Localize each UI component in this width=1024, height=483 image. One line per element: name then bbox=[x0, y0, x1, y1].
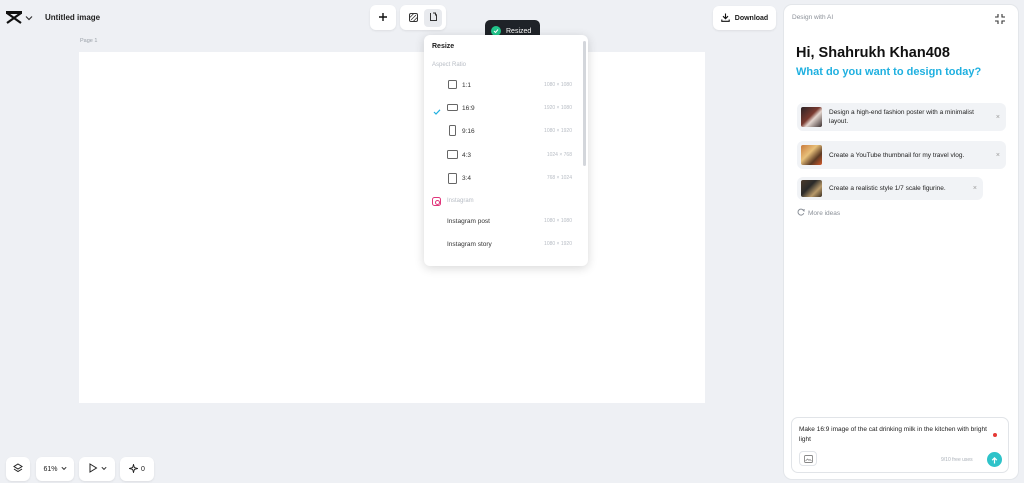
toast-text: Resized bbox=[506, 27, 532, 35]
portrait-rect-icon bbox=[449, 125, 456, 136]
send-button[interactable] bbox=[987, 452, 1002, 467]
layers-button[interactable] bbox=[6, 457, 30, 481]
panel-label: Design with AI bbox=[792, 14, 834, 21]
background-tool-button[interactable] bbox=[404, 9, 422, 27]
instagram-option-dimensions: 1080 × 1080 bbox=[544, 218, 572, 224]
aspect-label: 1:1 bbox=[462, 81, 472, 89]
more-ideas-label: More ideas bbox=[808, 209, 841, 217]
free-uses-counter: 9/10 free uses bbox=[941, 457, 973, 463]
aspect-dimensions: 1024 × 768 bbox=[546, 152, 572, 158]
portrait-rect-icon bbox=[448, 172, 457, 184]
logo-menu-button[interactable] bbox=[6, 8, 40, 28]
instagram-option-label: Instagram story bbox=[447, 240, 492, 248]
status-dot bbox=[993, 433, 997, 437]
sparkle-icon bbox=[127, 462, 140, 475]
collapse-icon bbox=[994, 12, 1006, 29]
instagram-post-option[interactable]: Instagram post 1080 × 1080 bbox=[424, 212, 582, 230]
resize-title: Resize bbox=[432, 43, 455, 50]
document-title[interactable]: Untitled image bbox=[45, 13, 100, 22]
landscape-rect-icon bbox=[447, 150, 458, 159]
plus-icon bbox=[378, 9, 388, 27]
greeting-heading: Hi, Shahrukh Khan408 bbox=[796, 45, 950, 61]
greeting-subtitle: What do you want to design today? bbox=[796, 66, 982, 78]
resize-dropdown: Resize Aspect Ratio 1:1 1080 × 1080 16:9… bbox=[424, 35, 588, 266]
close-icon[interactable]: × bbox=[973, 185, 977, 192]
aspect-label: 3:4 bbox=[462, 174, 472, 182]
resize-icon bbox=[429, 9, 438, 27]
instagram-story-option[interactable]: Instagram story 1080 × 1920 bbox=[424, 235, 582, 253]
aspect-option-9-16[interactable]: 9:16 1080 × 1920 bbox=[424, 122, 582, 140]
zoom-dropdown[interactable]: 61% bbox=[36, 457, 74, 481]
suggestion-text: Design a high-end fashion poster with a … bbox=[829, 109, 974, 125]
suggestion-thumbnail bbox=[801, 107, 822, 127]
collapse-panel-button[interactable] bbox=[994, 12, 1006, 24]
suggestion-thumbnail bbox=[801, 145, 822, 165]
zoom-value: 61% bbox=[43, 465, 58, 473]
ai-credits-button[interactable]: 0 bbox=[120, 457, 154, 481]
aspect-label: 9:16 bbox=[462, 127, 475, 135]
aspect-dimensions: 768 × 1024 bbox=[546, 175, 572, 181]
image-icon bbox=[803, 450, 813, 468]
prompt-input[interactable]: Make 16:9 image of the cat drinking milk… bbox=[799, 425, 995, 445]
download-label: Download bbox=[734, 14, 769, 22]
check-icon bbox=[433, 103, 441, 121]
present-button[interactable] bbox=[79, 457, 115, 481]
chevron-down-icon bbox=[60, 466, 67, 473]
more-ideas-link[interactable]: More ideas bbox=[797, 208, 840, 218]
instagram-heading: Instagram bbox=[447, 198, 474, 204]
aspect-label: 4:3 bbox=[462, 151, 472, 159]
aspect-dimensions: 1080 × 1080 bbox=[544, 82, 572, 88]
chevron-down-icon bbox=[100, 466, 107, 473]
dropdown-scrollbar[interactable] bbox=[583, 41, 586, 166]
pattern-icon bbox=[408, 9, 418, 27]
page-label: Page 1 bbox=[80, 38, 98, 44]
aspect-dimensions: 1080 × 1920 bbox=[544, 128, 572, 134]
add-button[interactable] bbox=[370, 5, 396, 30]
arrow-up-icon bbox=[991, 451, 998, 469]
aspect-label: 16:9 bbox=[462, 104, 475, 112]
resize-tool-button[interactable] bbox=[424, 8, 442, 27]
aspect-option-1-1[interactable]: 1:1 1080 × 1080 bbox=[424, 76, 582, 94]
suggestion-fashion-poster[interactable]: Design a high-end fashion poster with a … bbox=[797, 103, 1006, 131]
aspect-ratio-heading: Aspect Ratio bbox=[432, 62, 467, 68]
square-icon bbox=[448, 80, 457, 89]
landscape-rect-icon bbox=[447, 104, 458, 111]
suggestion-youtube-thumbnail[interactable]: Create a YouTube thumbnail for my travel… bbox=[797, 141, 1006, 169]
attach-image-button[interactable] bbox=[799, 451, 817, 466]
design-canvas[interactable] bbox=[79, 52, 705, 403]
instagram-option-label: Instagram post bbox=[447, 217, 490, 225]
play-icon bbox=[88, 463, 98, 475]
download-button[interactable]: Download bbox=[713, 6, 776, 30]
aspect-option-4-3[interactable]: 4:3 1024 × 768 bbox=[424, 146, 582, 164]
aspect-option-3-4[interactable]: 3:4 768 × 1024 bbox=[424, 169, 582, 187]
suggestion-text: Create a realistic style 1/7 scale figur… bbox=[829, 185, 946, 192]
aspect-option-16-9[interactable]: 16:9 1920 × 1080 bbox=[424, 99, 582, 117]
instagram-icon bbox=[432, 197, 441, 206]
suggestion-thumbnail bbox=[801, 180, 822, 197]
suggestion-figurine[interactable]: Create a realistic style 1/7 scale figur… bbox=[797, 177, 983, 200]
credits-count: 0 bbox=[141, 465, 145, 473]
instagram-option-dimensions: 1080 × 1920 bbox=[544, 241, 572, 247]
suggestion-text: Create a YouTube thumbnail for my travel… bbox=[829, 151, 965, 159]
chevron-down-icon bbox=[25, 15, 33, 21]
aspect-dimensions: 1920 × 1080 bbox=[544, 105, 572, 111]
refresh-icon bbox=[797, 208, 805, 218]
canvas-tool-group bbox=[400, 5, 446, 30]
close-icon[interactable]: × bbox=[996, 114, 1000, 121]
download-icon bbox=[721, 13, 730, 24]
close-icon[interactable]: × bbox=[996, 152, 1000, 159]
capcut-logo-icon bbox=[6, 11, 22, 25]
layers-icon bbox=[13, 463, 23, 475]
